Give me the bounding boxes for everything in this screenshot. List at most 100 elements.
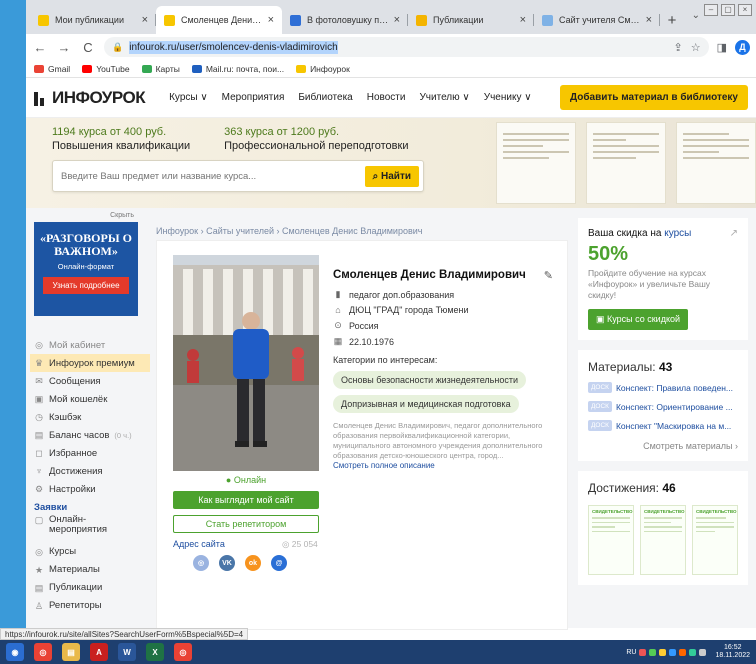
discount-courses-button[interactable]: ▣ Курсы со скидкой <box>588 309 689 330</box>
browser-tab[interactable]: Публикации × <box>408 6 534 34</box>
back-button[interactable]: ← <box>32 40 48 55</box>
chrome2-taskbar-icon[interactable]: ◎ <box>174 643 192 661</box>
bookmark-item[interactable]: YouTube <box>82 64 130 74</box>
nav-item[interactable]: Учителю ∨ <box>419 92 469 103</box>
material-link[interactable]: ДОСК Конспект "Маскировка на м... <box>588 420 738 431</box>
course-search: ⌕ Найти <box>52 160 424 192</box>
become-tutor-button[interactable]: Стать репетитором <box>173 515 319 533</box>
browser-tab[interactable]: Сайт учителя Смоленцев × <box>534 6 660 34</box>
tab-favicon-icon <box>416 14 427 26</box>
ad-banner[interactable]: Скрыть «РАЗГОВОРЫ О ВАЖНОМ» Онлайн-форма… <box>34 212 138 316</box>
explorer-taskbar-icon[interactable]: ▤ <box>62 643 80 661</box>
nav-item[interactable]: Мероприятия <box>222 92 285 103</box>
add-material-button[interactable]: Добавить материал в библиотеку <box>559 85 748 110</box>
url-text[interactable]: infourok.ru/user/smolencev-denis-vladimi… <box>129 40 338 54</box>
sidebar-menu-item[interactable]: ▤ Баланс часов (0 ч.) <box>34 426 146 444</box>
odnoklassniki-icon[interactable]: ok <box>245 555 261 571</box>
search-button[interactable]: ⌕ Найти <box>364 165 419 187</box>
ad-learn-more-button[interactable]: Узнать подробнее <box>43 277 129 294</box>
course-search-input[interactable] <box>61 170 365 182</box>
sidebar-menu-item[interactable]: ♙ Репетиторы <box>34 597 146 615</box>
sidebar-menu-item[interactable]: ◎ Мой кабинет <box>34 336 146 354</box>
certificate-thumbnail[interactable]: СВИДЕТЕЛЬСТВО <box>640 505 686 575</box>
close-tab-icon[interactable]: × <box>268 14 274 26</box>
edit-pencil-icon[interactable]: ✎ <box>544 269 553 282</box>
browser-tab[interactable]: Смоленцев Денис Владимирович × <box>156 6 282 34</box>
material-link[interactable]: ДОСК Конспект: Ориентирование ... <box>588 401 738 412</box>
tab-search-chevron-icon[interactable]: ⌄ <box>692 10 700 21</box>
courses-link[interactable]: курсы <box>664 228 691 239</box>
all-materials-link[interactable]: Смотреть материалы › <box>588 441 738 451</box>
forward-button[interactable]: → <box>56 40 72 55</box>
bookmark-item[interactable]: Mail.ru: почта, пои... <box>191 64 284 74</box>
category-chip[interactable]: Допризывная и медицинская подготовка <box>333 395 519 413</box>
location-icon: ⊙ <box>334 320 342 330</box>
nav-item[interactable]: Курсы ∨ <box>169 92 208 103</box>
sidebar-menu-item[interactable]: ▢ Онлайн-мероприятия <box>34 515 146 543</box>
nav-item[interactable]: Библиотека <box>298 92 352 103</box>
close-tab-icon[interactable]: × <box>394 14 400 26</box>
sidebar-menu-item[interactable]: ▤ Публикации <box>34 579 146 597</box>
promo-retraining[interactable]: 363 курса от 1200 руб. Профессиональной … <box>224 126 408 152</box>
chrome-taskbar-icon[interactable]: ◎ <box>34 643 52 661</box>
clock[interactable]: 16:52 18.11.2022 <box>715 644 750 660</box>
maximize-icon[interactable]: ▢ <box>721 4 735 16</box>
sidebar-menu-item[interactable]: ⚙ Настройки <box>34 480 146 498</box>
mailru-icon[interactable]: @ <box>271 555 287 571</box>
bookmark-star-icon[interactable]: ☆ <box>691 41 701 54</box>
start-taskbar-icon[interactable]: ◉ <box>6 643 24 661</box>
close-window-icon[interactable]: × <box>738 4 752 16</box>
certificate-thumbnail[interactable]: СВИДЕТЕЛЬСТВО <box>692 505 738 575</box>
browser-tab[interactable]: В фотоловушку приморск × <box>282 6 408 34</box>
bookmark-item[interactable]: Карты <box>141 64 180 74</box>
bookmarks-bar: Gmail YouTube Карты Mail.ru: почта, пои... И… <box>26 60 756 78</box>
minimize-icon[interactable]: – <box>704 4 718 16</box>
category-chip[interactable]: Основы безопасности жизнедеятельности <box>333 371 526 389</box>
share-icon[interactable]: ⇪ <box>674 41 683 54</box>
word-taskbar-icon[interactable]: W <box>118 643 136 661</box>
material-link[interactable]: ДОСК Конспект: Правила поведен... <box>588 382 738 393</box>
close-tab-icon[interactable]: × <box>646 14 652 26</box>
tab-title: Мои публикации <box>55 15 124 25</box>
site-logo[interactable]: ИНФОУРОК <box>34 88 146 108</box>
sidebar-menu-item[interactable]: ▣ Мой кошелёк <box>34 390 146 408</box>
vk-icon[interactable]: VK <box>219 555 235 571</box>
discount-heading: Ваша скидка на курсы ↗ <box>588 228 738 239</box>
sidebar-menu-item[interactable]: ★ Материалы <box>34 561 146 579</box>
profile-organization: ДЮЦ "ГРАД" города Тюмени <box>349 305 469 315</box>
site-address-link[interactable]: Адрес сайта <box>173 539 225 549</box>
acrobat-taskbar-icon[interactable]: A <box>90 643 108 661</box>
bookmark-item[interactable]: Инфоурок <box>296 64 350 74</box>
close-tab-icon[interactable]: × <box>520 14 526 26</box>
full-description-link[interactable]: Смотреть полное описание <box>333 461 553 470</box>
language-indicator[interactable]: RU <box>626 649 636 656</box>
sidebar-menu-item[interactable]: ◷ Кэшбэк <box>34 408 146 426</box>
sidebar-menu-item[interactable]: ◎ Курсы <box>34 543 146 561</box>
share-link-icon[interactable]: ◎ <box>193 555 209 571</box>
browser-tab[interactable]: Мои публикации × <box>30 6 156 34</box>
arrow-icon[interactable]: ↗ <box>730 228 738 239</box>
breadcrumb[interactable]: Инфоурок › Сайты учителей › Смоленцев Де… <box>156 226 568 236</box>
certificate-thumbnail[interactable]: СВИДЕТЕЛЬСТВО <box>588 505 634 575</box>
hide-ad-link[interactable]: Скрыть <box>110 212 134 219</box>
bookmark-item[interactable]: Gmail <box>34 64 70 74</box>
reload-button[interactable]: C <box>80 40 96 55</box>
sidebar-icon[interactable]: ◨ <box>717 41 727 54</box>
sidebar-menu-item[interactable]: ✉ Сообщения <box>34 372 146 390</box>
profile-avatar[interactable]: Д <box>735 39 750 55</box>
sidebar-menu-item[interactable]: ♛ Инфоурок премиум <box>30 354 150 372</box>
menu-group-requests: Заявки <box>34 502 68 513</box>
nav-item[interactable]: Ученику ∨ <box>484 92 532 103</box>
sidebar-menu-item[interactable]: ♆ Достижения <box>34 462 146 480</box>
excel-taskbar-icon[interactable]: X <box>146 643 164 661</box>
nav-item[interactable]: Новости <box>367 92 406 103</box>
tab-favicon-icon <box>542 14 553 26</box>
new-tab-button[interactable]: + <box>660 6 684 34</box>
promo-courses[interactable]: 1194 курса от 400 руб. Повышения квалифи… <box>52 126 190 152</box>
address-bar[interactable]: 🔒 infourok.ru/user/smolencev-denis-vladi… <box>104 37 709 57</box>
window-controls: – ▢ × <box>704 4 752 16</box>
close-tab-icon[interactable]: × <box>142 14 148 26</box>
view-my-site-button[interactable]: Как выглядит мой сайт <box>173 491 319 509</box>
profile-position: педагог доп.образования <box>349 289 455 300</box>
sidebar-menu-item[interactable]: ◻ Избранное <box>34 444 146 462</box>
